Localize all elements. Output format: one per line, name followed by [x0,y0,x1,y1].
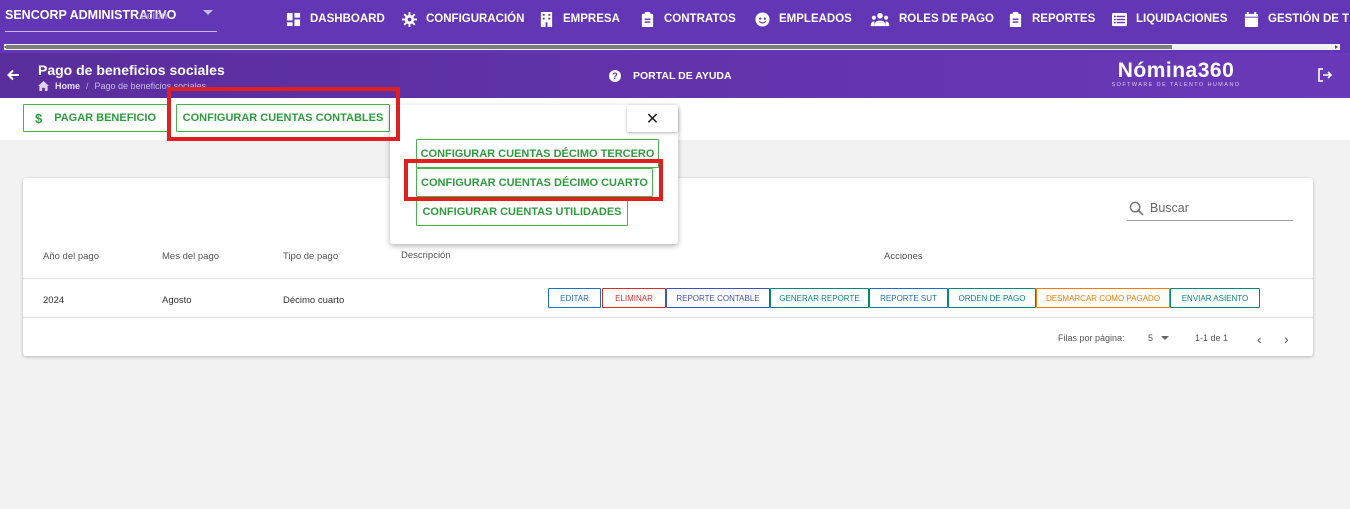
chevron-down-icon[interactable] [1161,336,1169,340]
highlight-box-config-accounts [167,87,400,141]
prev-page-icon[interactable]: ‹ [1257,331,1262,347]
unmark-paid-button[interactable]: DESMARCAR COMO PAGADO [1036,288,1170,308]
home-icon [38,81,49,91]
nav-contratos[interactable]: CONTRATOS [640,10,736,28]
clipboard-icon [641,11,654,27]
clipboard-icon [1009,11,1022,27]
rows-per-page-label: Filas por página: [1058,333,1125,343]
config-utilidades-button[interactable]: CONFIGURAR CUENTAS UTILIDADES [416,197,628,226]
nav-liquidaciones[interactable]: LIQUIDACIONES [1112,10,1227,28]
cell-year: 2024 [43,295,65,306]
list-icon [1112,12,1127,26]
brand-name: Nómina360 [1117,59,1235,82]
company-selector[interactable]: SENCORP ADMINISTRATIVO ación [5,8,217,32]
nav-dashboard-label: DASHBOARD [310,13,385,25]
face-icon [755,11,770,27]
calendar-icon [1244,11,1259,27]
generate-report-button[interactable]: GENERAR REPORTE [770,288,869,308]
scrollbar-thumb[interactable] [6,45,1172,49]
dashboard-icon [286,12,301,26]
header-type: Tipo de pago [283,251,339,262]
page-title: Pago de beneficios sociales [38,62,225,78]
cell-month: Agosto [162,295,192,306]
pagination-range: 1-1 de 1 [1195,333,1229,343]
nav-reportes-label: REPORTES [1032,13,1096,25]
breadcrumb-home[interactable]: Home [55,81,80,91]
pay-benefit-button[interactable]: $ PAGAR BENEFICIO [23,104,168,132]
next-page-icon[interactable]: › [1284,331,1289,347]
logout-icon[interactable] [1318,68,1332,82]
nav-reportes[interactable]: REPORTES [1008,10,1095,28]
chevron-down-icon[interactable] [203,10,213,15]
nav-roles-de-pago-label: ROLES DE PAGO [899,13,994,25]
help-portal-label: PORTAL DE AYUDA [633,70,732,82]
breadcrumb-separator: / [86,81,89,91]
brand-tagline: SOFTWARE DE TALENTO HUMANO [1111,82,1241,88]
highlight-box-decimo-cuarto [404,159,663,201]
nav-empresa[interactable]: EMPRESA [539,10,620,28]
scroll-right-icon[interactable] [1335,45,1338,49]
search-icon [1129,201,1144,216]
header-month: Mes del pago [162,251,220,262]
nav-liquidaciones-label: LIQUIDACIONES [1136,13,1228,25]
delete-button[interactable]: ELIMINAR [602,288,666,308]
close-button[interactable]: ✕ [627,105,678,132]
search-input[interactable] [1150,201,1280,215]
payment-order-button[interactable]: ORDEN DE PAGO [948,288,1036,308]
nav-configuracion[interactable]: CONFIGURACIÓN [402,10,524,28]
edit-button[interactable]: EDITAR [548,288,601,308]
nav-gestion[interactable]: GESTIÓN DE T [1244,10,1349,28]
nav-empleados[interactable]: EMPLEADOS [755,10,852,28]
header-description: Descripción [401,250,451,261]
top-nav-bar: SENCORP ADMINISTRATIVO ación DASHBOARD C… [0,0,1350,40]
header-divider [23,278,1313,279]
nav-contratos-label: CONTRATOS [664,13,736,25]
cell-type: Décimo cuarto [283,295,345,306]
gear-icon [402,11,417,27]
dollar-icon: $ [34,110,43,126]
accounting-report-button[interactable]: REPORTE CONTABLE [666,288,770,308]
sut-report-button[interactable]: REPORTE SUT [869,288,948,308]
back-arrow-icon[interactable] [6,68,20,87]
send-entry-button[interactable]: ENVIAR ASIENTO [1170,288,1260,308]
arrow-left-icon [7,69,19,81]
pay-benefit-label: PAGAR BENEFICIO [54,112,157,124]
nav-empleados-label: EMPLEADOS [779,13,852,25]
search-box[interactable] [1127,196,1293,221]
header-actions: Acciones [884,251,923,262]
help-icon: ? [609,70,621,82]
nav-dashboard[interactable]: DASHBOARD [286,10,385,28]
brand-logo: Nómina360 SOFTWARE DE TALENTO HUMANO [1104,59,1248,89]
nav-configuracion-label: CONFIGURACIÓN [426,13,525,25]
close-icon: ✕ [645,110,660,128]
header-year: Año del pago [43,251,99,262]
row-divider [23,317,1313,318]
building-icon [540,11,553,27]
group-icon [870,12,890,26]
company-selector-overlay: ación [141,10,168,22]
nav-roles-de-pago[interactable]: ROLES DE PAGO [870,10,994,28]
nav-empresa-label: EMPRESA [563,13,620,25]
horizontal-scrollbar[interactable] [0,40,1350,53]
nav-gestion-label: GESTIÓN DE T [1268,13,1350,25]
rows-per-page-select[interactable]: 5 [1148,333,1153,343]
help-portal-link[interactable]: ? PORTAL DE AYUDA [609,70,732,82]
